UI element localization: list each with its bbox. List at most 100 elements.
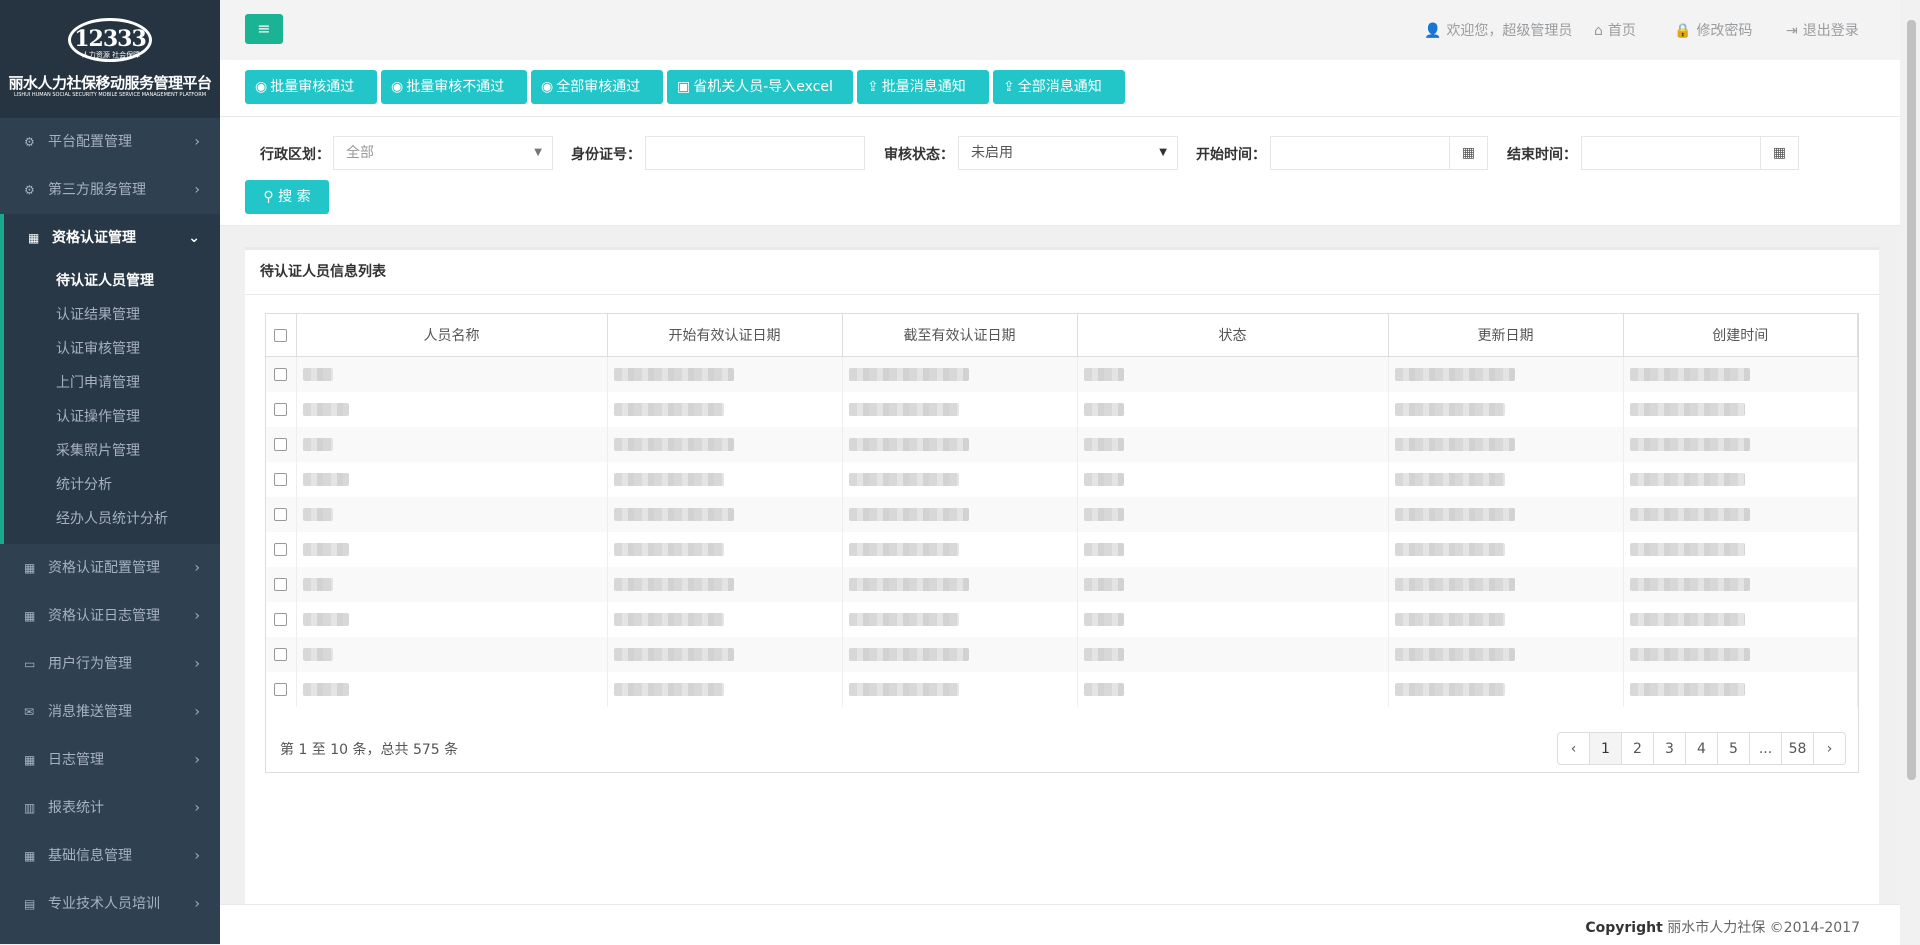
redacted-value: [613, 683, 724, 696]
review-status-select[interactable]: 未启用 ▼: [958, 136, 1178, 170]
row-checkbox[interactable]: [274, 648, 288, 661]
sidebar-item-qualification[interactable]: ▦ 资格认证管理 ⌄: [0, 214, 220, 262]
submenu-item-staff-stats[interactable]: 经办人员统计分析: [4, 502, 220, 536]
row-checkbox[interactable]: [274, 473, 288, 486]
upload-icon: ⇪: [1003, 79, 1015, 95]
submenu-item-review[interactable]: 认证审核管理: [4, 332, 220, 366]
row-checkbox[interactable]: [274, 368, 288, 381]
submenu-item-operation[interactable]: 认证操作管理: [4, 400, 220, 434]
chevron-right-icon: ›: [194, 608, 200, 624]
table-cell: [1388, 637, 1624, 672]
approve-all-button[interactable]: ◉ 全部审核通过: [531, 70, 663, 104]
column-header[interactable]: 截至有效认证日期: [842, 314, 1078, 357]
sidebar-item-label: 专业技术人员培训: [48, 896, 160, 912]
column-header[interactable]: 状态: [1077, 314, 1389, 357]
search-button[interactable]: ⚲ 搜 索: [245, 180, 329, 214]
end-time-input[interactable]: [1581, 136, 1761, 170]
table-row[interactable]: [266, 497, 1858, 532]
table-row[interactable]: [266, 567, 1858, 602]
page-button[interactable]: ...: [1749, 732, 1782, 765]
upload-icon: ⇪: [867, 79, 879, 95]
sign-out-icon: ⇥: [1786, 23, 1798, 39]
sidebar-item-logs[interactable]: ▦ 日志管理 ›: [0, 736, 220, 784]
region-select[interactable]: 全部 ▼: [333, 136, 553, 170]
page-button[interactable]: 58: [1781, 732, 1814, 765]
sidebar-item-qual-log[interactable]: ▦ 资格认证日志管理 ›: [0, 592, 220, 640]
table-cell: [607, 497, 843, 532]
row-checkbox[interactable]: [274, 438, 288, 451]
column-header[interactable]: 更新日期: [1388, 314, 1624, 357]
calendar-icon[interactable]: ▦: [1450, 136, 1488, 170]
change-password-link[interactable]: 🔒 修改密码: [1674, 20, 1752, 40]
redacted-value: [1629, 473, 1745, 486]
page-button[interactable]: 2: [1621, 732, 1654, 765]
batch-notify-button[interactable]: ⇪ 批量消息通知: [857, 70, 989, 104]
sidebar-item-push[interactable]: ✉ 消息推送管理 ›: [0, 688, 220, 736]
table-row[interactable]: [266, 602, 1858, 637]
row-checkbox[interactable]: [274, 543, 288, 556]
select-all-checkbox[interactable]: [274, 328, 288, 342]
row-checkbox[interactable]: [274, 683, 288, 696]
page-button[interactable]: 3: [1653, 732, 1686, 765]
sidebar-item-platform-config[interactable]: ⚙ 平台配置管理 ›: [0, 118, 220, 166]
page-button[interactable]: 5: [1717, 732, 1750, 765]
start-time-input[interactable]: [1270, 136, 1450, 170]
table-row[interactable]: [266, 462, 1858, 497]
redacted-value: [1394, 543, 1505, 556]
search-icon: ⚲: [263, 189, 274, 205]
table-cell: [842, 532, 1078, 567]
scrollbar-thumb[interactable]: [1907, 20, 1916, 780]
table-cell: [607, 392, 843, 427]
page-button[interactable]: 4: [1685, 732, 1718, 765]
table-row[interactable]: [266, 637, 1858, 672]
page-button[interactable]: 1: [1589, 732, 1622, 765]
sidebar-item-reports[interactable]: ▥ 报表统计 ›: [0, 784, 220, 832]
column-header[interactable]: 开始有效认证日期: [607, 314, 843, 357]
table-cell: [1388, 392, 1624, 427]
home-link[interactable]: ⌂ 首页: [1594, 20, 1636, 40]
logout-link[interactable]: ⇥ 退出登录: [1786, 20, 1859, 40]
submenu-item-visit[interactable]: 上门申请管理: [4, 366, 220, 400]
batch-reject-button[interactable]: ◉ 批量审核不通过: [381, 70, 527, 104]
sidebar-item-qual-config[interactable]: ▦ 资格认证配置管理 ›: [0, 544, 220, 592]
redacted-value: [302, 648, 333, 661]
batch-approve-button[interactable]: ◉ 批量审核通过: [245, 70, 377, 104]
row-checkbox[interactable]: [274, 403, 288, 416]
chevron-right-icon: ›: [194, 560, 200, 576]
submenu-item-pending[interactable]: 待认证人员管理: [4, 264, 220, 298]
row-checkbox[interactable]: [274, 508, 288, 521]
id-number-input[interactable]: [645, 136, 865, 170]
import-excel-button[interactable]: ▣ 省机关人员-导入excel: [667, 70, 853, 104]
table-row[interactable]: [266, 392, 1858, 427]
submenu-item-results[interactable]: 认证结果管理: [4, 298, 220, 332]
button-label: 省机关人员-导入excel: [693, 79, 833, 95]
prev-page-button[interactable]: ‹: [1557, 732, 1590, 765]
sidebar-item-training[interactable]: ▤ 专业技术人员培训 ›: [0, 880, 220, 928]
next-page-button[interactable]: ›: [1813, 732, 1846, 765]
excel-icon: ▣: [677, 79, 691, 95]
table-cell: [296, 356, 608, 392]
table-row[interactable]: [266, 356, 1858, 392]
calendar-icon[interactable]: ▦: [1761, 136, 1799, 170]
table-row[interactable]: [266, 672, 1858, 707]
page-scrollbar[interactable]: [1903, 0, 1920, 944]
region-label: 行政区划：: [260, 147, 330, 163]
redacted-value: [1629, 648, 1750, 661]
table-row[interactable]: [266, 532, 1858, 567]
submenu-item-photos[interactable]: 采集照片管理: [4, 434, 220, 468]
sidebar-item-third-party[interactable]: ⚙ 第三方服务管理 ›: [0, 166, 220, 214]
table-row[interactable]: [266, 427, 1858, 462]
row-checkbox[interactable]: [274, 578, 288, 591]
menu-toggle-button[interactable]: ≡: [245, 14, 283, 44]
row-checkbox[interactable]: [274, 613, 288, 626]
sidebar-item-basic-info[interactable]: ▦ 基础信息管理 ›: [0, 832, 220, 880]
redacted-value: [848, 508, 969, 521]
redacted-value: [848, 438, 969, 451]
table-cell: [1623, 427, 1858, 462]
redacted-value: [1629, 543, 1745, 556]
sidebar-item-user-behavior[interactable]: ▭ 用户行为管理 ›: [0, 640, 220, 688]
column-header[interactable]: 人员名称: [296, 314, 608, 357]
notify-all-button[interactable]: ⇪ 全部消息通知: [993, 70, 1125, 104]
column-header[interactable]: 创建时间: [1623, 314, 1858, 357]
submenu-item-stats[interactable]: 统计分析: [4, 468, 220, 502]
